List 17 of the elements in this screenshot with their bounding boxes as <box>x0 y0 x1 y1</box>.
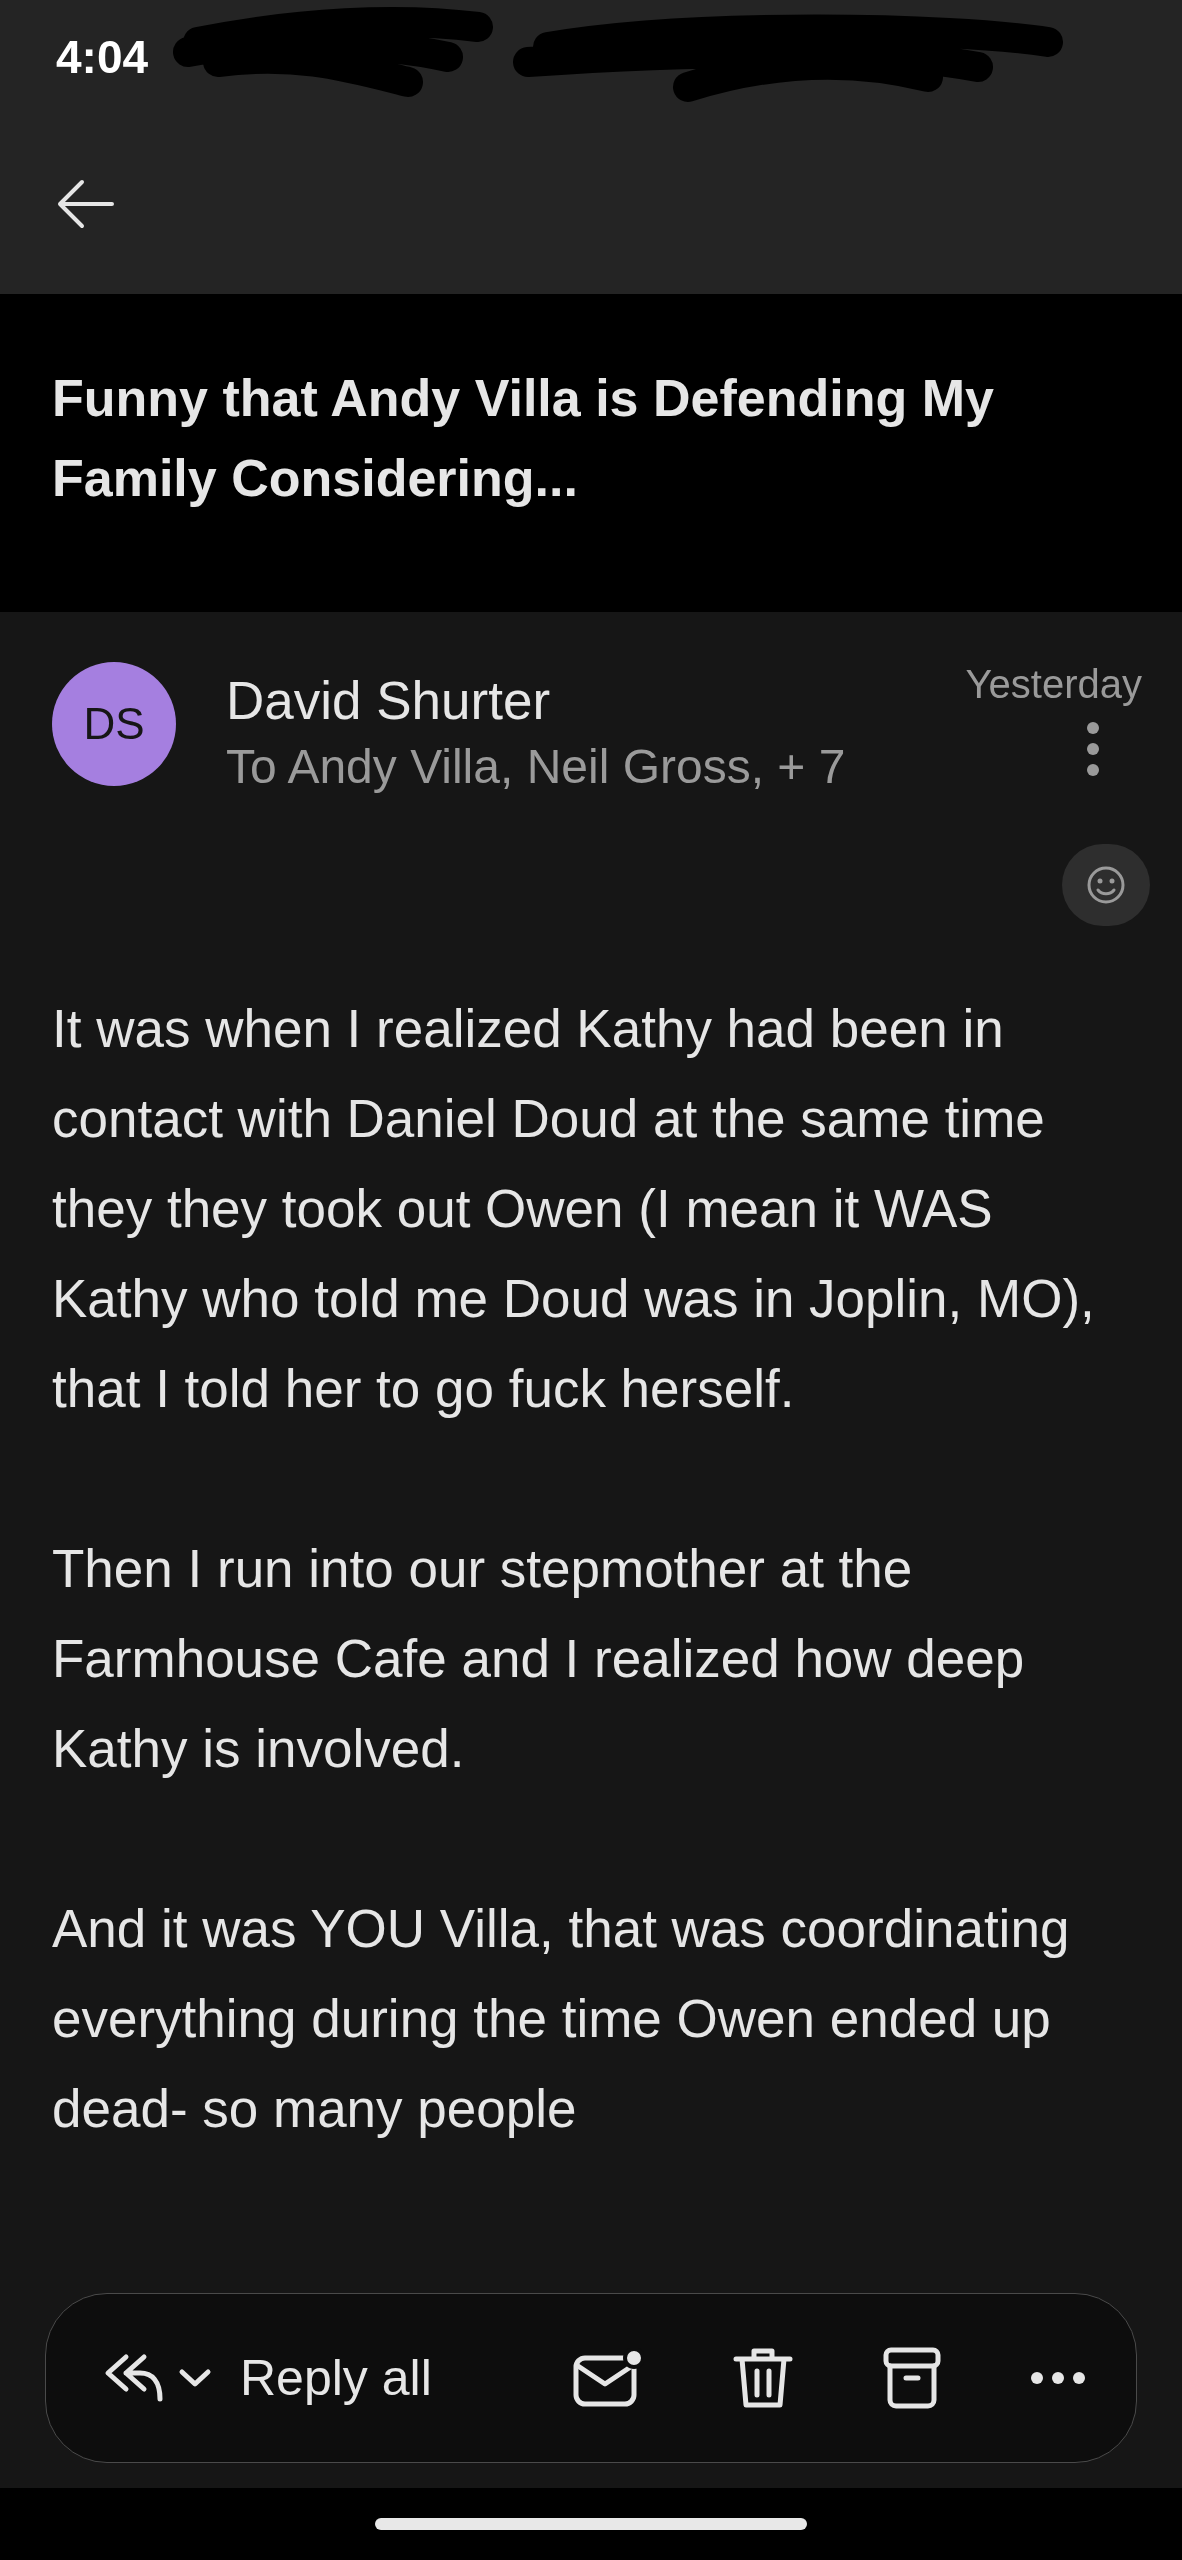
email-subject: Funny that Andy Villa is Defending My Family Considering... <box>0 294 1182 612</box>
archive-button[interactable] <box>882 2346 942 2410</box>
mark-unread-button[interactable] <box>572 2348 644 2408</box>
body-paragraph: Then I run into our stepmother at the Farmhouse Cafe and I realized how deep Kathy is involved. <box>52 1538 1026 1780</box>
more-options-button[interactable] <box>1086 721 1100 777</box>
reply-all-button[interactable]: Reply all <box>104 2349 432 2407</box>
sender-avatar: DS <box>52 662 176 786</box>
body-paragraph: It was when I realized Kathy had been in contact with Daniel Doud at the same time they they took out Owen (I mean it WAS Kathy who told me Doud was in Joplin, MO), that I told her to go fuck herself. <box>52 998 1096 1420</box>
body-paragraph: And it was YOU Villa, that was coordinating everything during the time Owen ended up dead- so many people <box>52 1898 1071 2140</box>
status-time: 4:04 <box>56 30 149 85</box>
recipients-line[interactable]: To Andy Villa, Neil Gross, + 7 <box>226 739 916 794</box>
sender-name: David Shurter <box>226 670 552 731</box>
chevron-down-icon <box>178 2368 212 2388</box>
more-actions-button[interactable] <box>1030 2371 1086 2385</box>
smiley-icon <box>1086 865 1126 905</box>
back-button[interactable] <box>56 179 116 230</box>
message-date: Yesterday <box>965 662 1142 707</box>
